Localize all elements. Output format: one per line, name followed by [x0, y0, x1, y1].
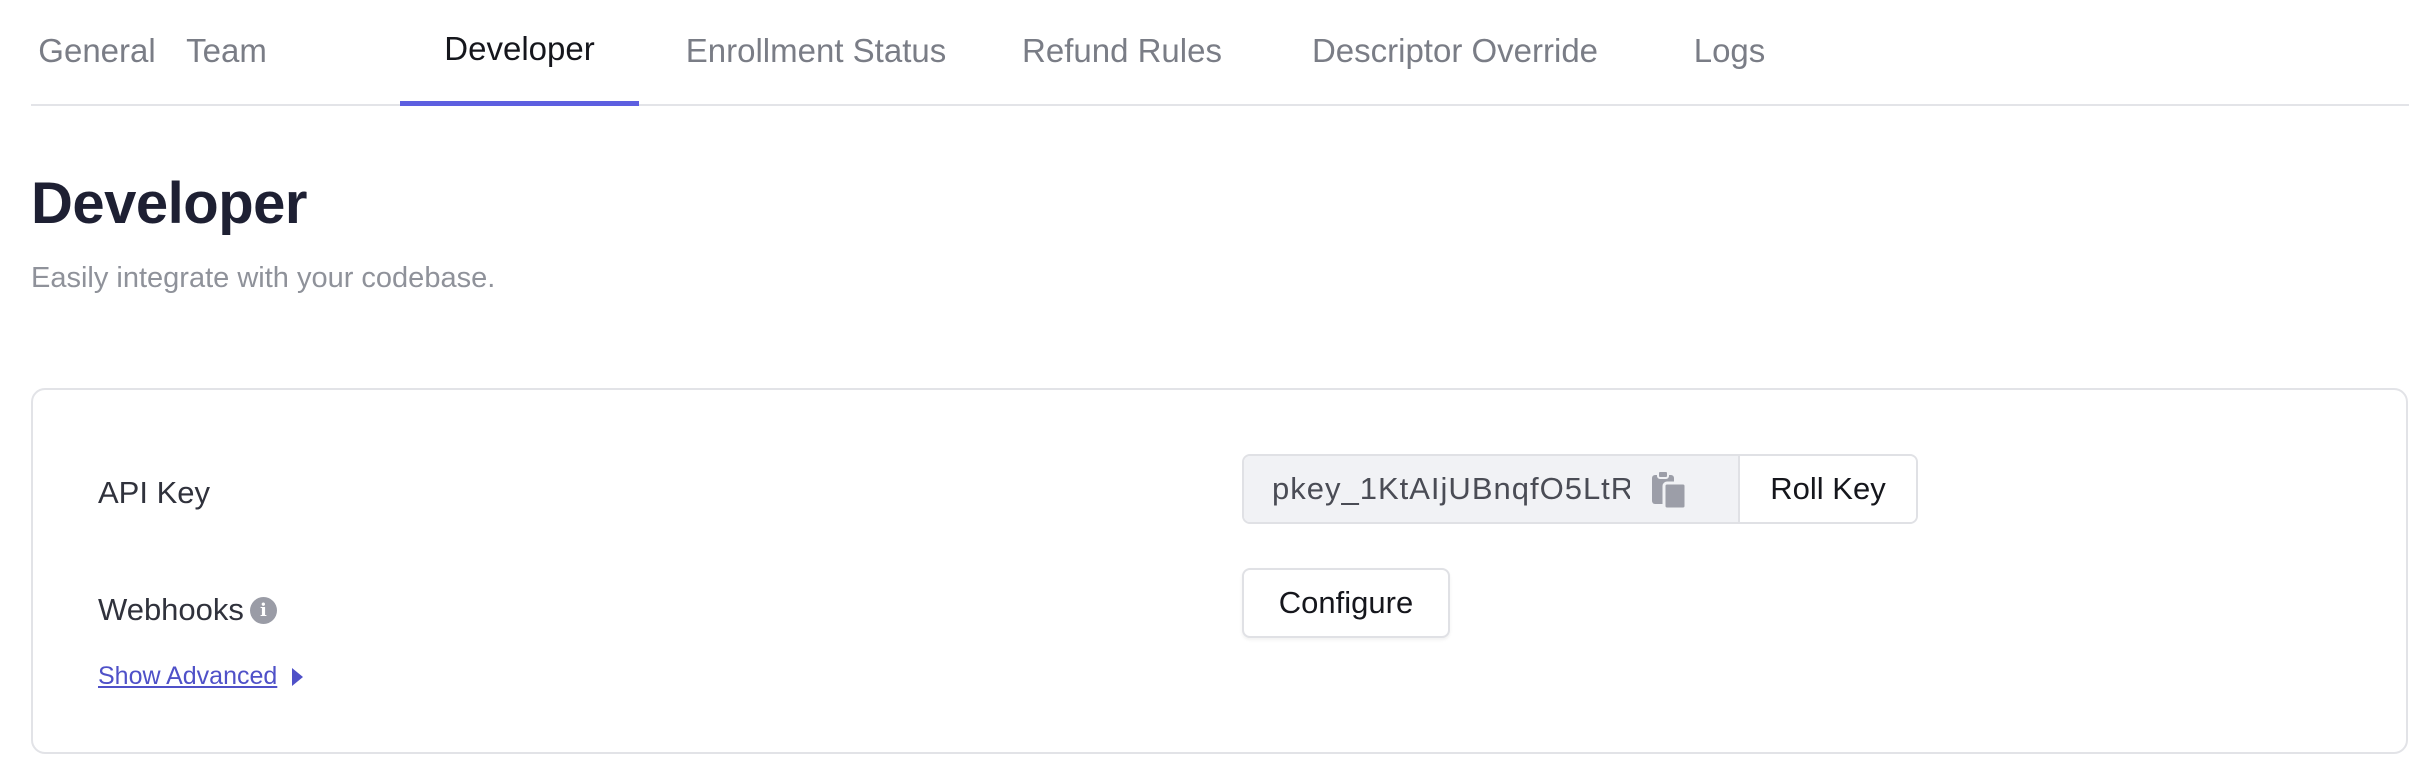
configure-webhooks-button[interactable]: Configure — [1242, 568, 1450, 638]
tab-general[interactable]: General — [31, 0, 163, 106]
tab-enrollment-status[interactable]: Enrollment Status — [671, 0, 961, 106]
webhooks-row: Webhooks i — [98, 592, 277, 628]
api-key-input[interactable] — [1272, 456, 1630, 522]
api-key-label: API Key — [98, 475, 210, 510]
page-title: Developer — [31, 171, 307, 236]
show-advanced-label: Show Advanced — [98, 662, 278, 690]
show-advanced-link[interactable]: Show Advanced — [98, 662, 304, 691]
roll-key-button[interactable]: Roll Key — [1740, 456, 1916, 522]
tab-team[interactable]: Team — [163, 0, 290, 106]
tab-descriptor-override[interactable]: Descriptor Override — [1285, 0, 1625, 106]
api-key-group: Roll Key — [1242, 454, 1918, 524]
developer-settings-card: API Key Roll Key Webhooks i Configure Sh… — [31, 388, 2408, 754]
copy-icon[interactable] — [1650, 470, 1688, 510]
webhooks-label: Webhooks — [98, 592, 244, 627]
tab-refund-rules[interactable]: Refund Rules — [991, 0, 1253, 106]
page-subtitle: Easily integrate with your codebase. — [31, 262, 496, 294]
info-icon[interactable]: i — [249, 596, 277, 624]
tab-logs[interactable]: Logs — [1667, 0, 1792, 106]
api-key-field — [1244, 456, 1740, 522]
settings-tab-bar: General Team Developer Enrollment Status… — [31, 0, 2409, 106]
tab-developer[interactable]: Developer — [400, 0, 639, 106]
caret-right-icon — [292, 667, 304, 686]
